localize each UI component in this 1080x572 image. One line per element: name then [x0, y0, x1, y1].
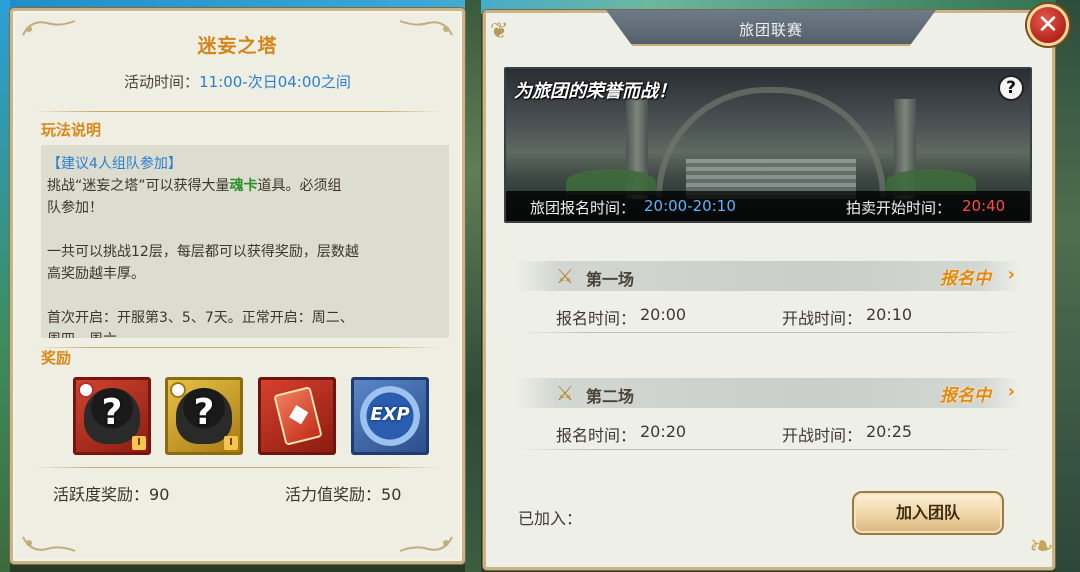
- chevron-right-icon[interactable]: ›: [1008, 381, 1015, 402]
- desc-line-5: 首次开启：开服第3、5、7天。正常开启：周二、: [47, 310, 354, 326]
- battle-time-label: 开战时间：: [782, 426, 863, 445]
- join-team-button[interactable]: 加入团队: [852, 491, 1004, 535]
- battle-time-value: 20:10: [866, 305, 913, 324]
- match-name: 第二场: [586, 387, 635, 406]
- exp-orb-icon[interactable]: EXP: [351, 377, 429, 455]
- divider: [516, 449, 1021, 450]
- signup-time-label: 报名时间：: [556, 426, 637, 445]
- reward-list: ? I ? I EXP: [73, 377, 433, 457]
- background-right: [1056, 0, 1080, 572]
- battle-time-value: 20:25: [866, 422, 913, 441]
- desc-line-2: 队参加！: [47, 200, 103, 216]
- panel-header: 旅团联赛: [606, 10, 936, 46]
- background-middle: [465, 0, 481, 572]
- vitality-reward-label: 活力值奖励：: [285, 485, 382, 504]
- activity-reward: 活跃度奖励：90: [53, 481, 169, 505]
- match-name: 第一场: [586, 270, 635, 289]
- team-hint: 【建议4人组队参加】: [47, 156, 182, 172]
- desc-line-3: 一共可以挑战12层，每层都可以获得奖励，层数越: [47, 244, 359, 260]
- signup-time-label: 报名时间：: [556, 309, 637, 328]
- battle-time-label: 开战时间：: [782, 309, 863, 328]
- activity-reward-value: 90: [149, 485, 170, 504]
- guild-signup-label: 旅团报名时间：: [530, 199, 636, 217]
- crossed-swords-icon: ⚔: [556, 381, 574, 405]
- ornament-corner-icon: [394, 535, 454, 557]
- guild-banner: 为旅团的荣誉而战！ ? 旅团报名时间： 20:00-20:10 拍卖开始时间： …: [504, 67, 1032, 223]
- howto-description[interactable]: 【建议4人组队参加】 挑战“迷妄之塔”可以获得大量魂卡道具。必须组 队参加！ 一…: [41, 145, 449, 338]
- match-card: ⚔ 第一场 报名中 › 报名时间： 20:00 开战时间： 20:10: [516, 261, 1021, 333]
- match-times: 报名时间： 20:20 开战时间： 20:25: [516, 414, 1021, 448]
- match-header: ⚔ 第一场 报名中 ›: [516, 261, 1021, 291]
- guild-league-panel: ❦ 旅团联赛 为旅团的荣誉而战！ ? 旅团报名时间： 20:00-20:10 拍…: [483, 10, 1055, 570]
- divider: [33, 467, 443, 468]
- desc-line-4: 高奖励越丰厚。: [47, 266, 145, 282]
- panel-title: 旅团联赛: [738, 21, 803, 39]
- auction-start-value: 20:40: [962, 197, 1006, 215]
- background-left: [0, 0, 10, 572]
- desc-line-1: 挑战“迷妄之塔”可以获得大量魂卡道具。必须组: [47, 178, 342, 194]
- activity-title: 迷妄之塔: [197, 35, 278, 57]
- activity-time-value: 11:00-次日04:00之间: [199, 73, 351, 91]
- vitality-reward: 活力值奖励：50: [285, 481, 401, 505]
- divider: [516, 332, 1021, 333]
- crossed-swords-icon: ⚔: [556, 264, 574, 288]
- banner-info-bar: 旅团报名时间： 20:00-20:10 拍卖开始时间： 20:40: [506, 191, 1030, 221]
- guild-signup-value: 20:00-20:10: [644, 197, 736, 215]
- vitality-reward-value: 50: [381, 485, 402, 504]
- close-icon: ✕: [1037, 10, 1059, 40]
- match-times: 报名时间： 20:00 开战时间： 20:10: [516, 297, 1021, 331]
- desc-line-6: 周四、周六: [47, 329, 443, 338]
- unknown-soul-card-gold-icon[interactable]: ? I: [165, 377, 243, 455]
- ornament-corner-icon: ❧: [1028, 529, 1054, 564]
- activity-reward-label: 活跃度奖励：: [53, 485, 150, 504]
- match-status-button[interactable]: 报名中: [940, 381, 991, 406]
- soul-card-highlight: 魂卡: [229, 178, 258, 194]
- auction-start-label: 拍卖开始时间：: [846, 199, 952, 217]
- close-button[interactable]: ✕: [1027, 4, 1069, 46]
- activity-detail-panel: 迷妄之塔 活动时间：11:00-次日04:00之间 玩法说明 【建议4人组队参加…: [10, 8, 465, 564]
- ornament-corner-icon: [21, 535, 81, 557]
- match-header: ⚔ 第二场 报名中 ›: [516, 378, 1021, 408]
- chevron-right-icon[interactable]: ›: [1008, 264, 1015, 285]
- activity-time: 活动时间：11:00-次日04:00之间: [13, 71, 462, 92]
- divider: [33, 347, 443, 348]
- match-card: ⚔ 第二场 报名中 › 报名时间： 20:20 开战时间： 20:25: [516, 378, 1021, 450]
- reward-title: 奖励: [41, 349, 72, 367]
- banner-slogan: 为旅团的荣誉而战！: [514, 81, 676, 102]
- signup-time-value: 20:00: [640, 305, 687, 324]
- joined-label: 已加入：: [518, 509, 583, 528]
- activity-time-label: 活动时间：: [124, 73, 200, 91]
- match-status-button[interactable]: 报名中: [940, 264, 991, 289]
- ornament-corner-icon: ❦: [490, 19, 509, 44]
- signup-time-value: 20:20: [640, 422, 687, 441]
- red-card-icon[interactable]: [258, 377, 336, 455]
- divider: [33, 111, 443, 112]
- help-icon[interactable]: ?: [998, 75, 1024, 101]
- howto-title: 玩法说明: [41, 121, 102, 139]
- unknown-soul-card-red-icon[interactable]: ? I: [73, 377, 151, 455]
